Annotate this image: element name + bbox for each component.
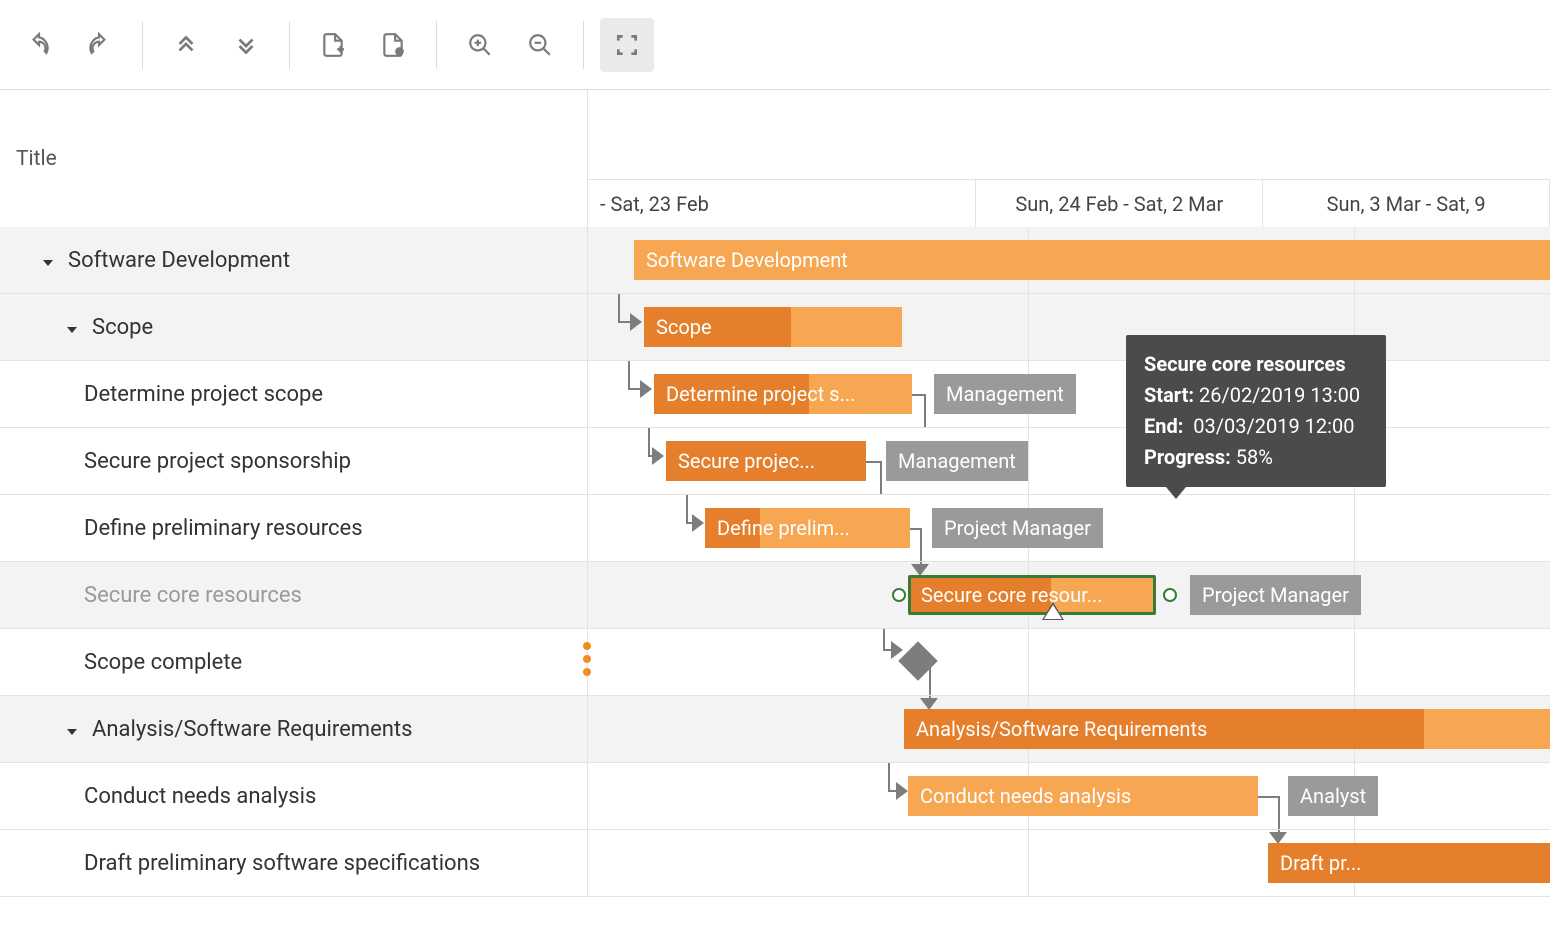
add-task-button[interactable]: [306, 18, 360, 72]
delete-task-button[interactable]: [366, 18, 420, 72]
timeline-cell[interactable]: - Sat, 23 Feb: [588, 180, 976, 227]
task-title: Define preliminary resources: [84, 516, 363, 541]
task-tooltip: Secure core resources Start: 26/02/2019 …: [1126, 335, 1386, 487]
toolbar-separator: [436, 21, 437, 69]
splitter-handle[interactable]: [583, 642, 593, 676]
gantt-cell[interactable]: Secure core resour... Project Manager: [588, 562, 1550, 628]
task-title: Software Development: [68, 248, 290, 273]
task-title: Scope complete: [84, 650, 242, 675]
column-header-label: Title: [16, 147, 57, 171]
task-row[interactable]: Draft preliminary software specification…: [0, 830, 588, 896]
task-row[interactable]: Determine project scope: [0, 361, 588, 427]
gantt-bar[interactable]: Secure projec...: [666, 441, 866, 481]
bar-handle-right[interactable]: [1163, 588, 1177, 602]
task-title: Draft preliminary software specification…: [84, 851, 480, 876]
gantt-bar[interactable]: Analysis/Software Requirements: [904, 709, 1550, 749]
zoom-out-button[interactable]: [513, 18, 567, 72]
resource-tag: Management: [886, 441, 1028, 481]
gantt-cell[interactable]: Software Development: [588, 227, 1550, 293]
caret-down-icon[interactable]: [40, 252, 56, 268]
resource-tag: Project Manager: [1190, 575, 1361, 615]
task-row[interactable]: Secure project sponsorship: [0, 428, 588, 494]
redo-icon: [86, 32, 112, 58]
task-title: Determine project scope: [84, 382, 323, 407]
fullscreen-icon: [614, 32, 640, 58]
timeline-cell[interactable]: Sun, 3 Mar - Sat, 9: [1263, 180, 1550, 227]
task-row[interactable]: Scope complete: [0, 629, 588, 695]
gantt-bar-selected[interactable]: Secure core resour...: [908, 575, 1156, 615]
caret-down-icon[interactable]: [64, 319, 80, 335]
gantt-cell[interactable]: Secure projec... Management: [588, 428, 1550, 494]
expand-all-button[interactable]: [219, 18, 273, 72]
gantt-bar[interactable]: Conduct needs analysis: [908, 776, 1258, 816]
gantt-cell[interactable]: Analysis/Software Requirements: [588, 696, 1550, 762]
gantt-cell[interactable]: Scope: [588, 294, 1550, 360]
redo-button[interactable]: [72, 18, 126, 72]
gantt-cell[interactable]: Draft pr...: [588, 830, 1550, 896]
task-title: Analysis/Software Requirements: [92, 717, 412, 742]
gantt-bar[interactable]: Scope: [644, 307, 902, 347]
zoom-out-icon: [527, 32, 553, 58]
task-row[interactable]: Software Development: [0, 227, 588, 293]
milestone-diamond[interactable]: [898, 641, 938, 681]
task-title: Scope: [92, 315, 153, 340]
task-title: Secure core resources: [84, 583, 302, 608]
dep: [924, 394, 926, 427]
undo-button[interactable]: [12, 18, 66, 72]
gantt-cell[interactable]: Define prelim... Project Manager: [588, 495, 1550, 561]
fullscreen-button[interactable]: [600, 18, 654, 72]
gantt-bar[interactable]: Software Development: [634, 240, 1550, 280]
gantt-cell[interactable]: [588, 629, 1550, 695]
gantt-bar[interactable]: Draft pr...: [1268, 843, 1550, 883]
collapse-all-button[interactable]: [159, 18, 213, 72]
task-title: Conduct needs analysis: [84, 784, 316, 809]
file-remove-icon: [380, 32, 406, 58]
toolbar: [0, 0, 1550, 90]
task-row[interactable]: Scope: [0, 294, 588, 360]
chevrons-up-icon: [173, 32, 199, 58]
bar-handle-left[interactable]: [892, 588, 906, 602]
file-plus-icon: [320, 32, 346, 58]
zoom-in-button[interactable]: [453, 18, 507, 72]
resource-tag: Management: [934, 374, 1076, 414]
column-header-title[interactable]: Title: [0, 90, 588, 227]
toolbar-separator: [583, 21, 584, 69]
task-title: Secure project sponsorship: [84, 449, 351, 474]
resource-tag: Project Manager: [932, 508, 1103, 548]
chevrons-down-icon: [233, 32, 259, 58]
task-row[interactable]: Secure core resources: [0, 562, 588, 628]
gantt-grid: Title - Sat, 23 Feb Sun, 24 Feb - Sat, 2…: [0, 90, 1550, 897]
task-row[interactable]: Analysis/Software Requirements: [0, 696, 588, 762]
toolbar-separator: [142, 21, 143, 69]
caret-down-icon[interactable]: [64, 721, 80, 737]
zoom-in-icon: [467, 32, 493, 58]
gantt-cell[interactable]: Determine project s... Management: [588, 361, 1550, 427]
timeline-cell[interactable]: Sun, 24 Feb - Sat, 2 Mar: [976, 180, 1263, 227]
undo-icon: [26, 32, 52, 58]
resource-tag: Analyst: [1288, 776, 1378, 816]
gantt-bar[interactable]: Determine project s...: [654, 374, 912, 414]
task-row[interactable]: Conduct needs analysis: [0, 763, 588, 829]
toolbar-separator: [289, 21, 290, 69]
task-row[interactable]: Define preliminary resources: [0, 495, 588, 561]
gantt-bar[interactable]: Define prelim...: [705, 508, 910, 548]
timeline-header: - Sat, 23 Feb Sun, 24 Feb - Sat, 2 Mar S…: [588, 90, 1550, 227]
gantt-cell[interactable]: Conduct needs analysis Analyst: [588, 763, 1550, 829]
